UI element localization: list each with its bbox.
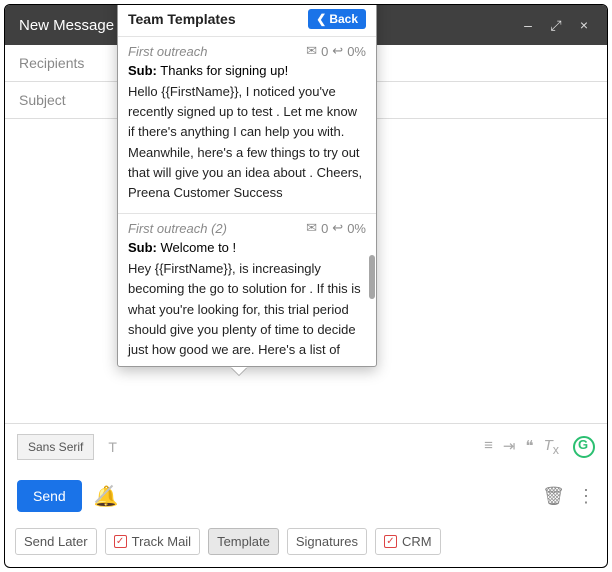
clear-format-icon[interactable]: Tx <box>544 437 559 457</box>
template-item[interactable]: First outreach ✉ 0 ↩ 0% Sub: Thanks for … <box>118 37 376 214</box>
expand-icon[interactable]: ⤢ <box>547 17 565 34</box>
open-count: 0 <box>321 44 328 59</box>
crm-toggle[interactable]: ✓ CRM <box>375 528 441 555</box>
open-count: 0 <box>321 221 328 236</box>
track-mail-toggle[interactable]: ✓ Track Mail <box>105 528 200 555</box>
send-button[interactable]: Send <box>17 480 82 512</box>
template-stats: ✉ 0 ↩ 0% <box>306 220 366 236</box>
font-size-icon[interactable]: T <box>108 439 117 455</box>
signatures-label: Signatures <box>296 534 358 549</box>
template-item[interactable]: First outreach (2) ✉ 0 ↩ 0% Sub: Welcome… <box>118 214 376 363</box>
popover-caret <box>231 367 247 375</box>
crm-label: CRM <box>402 534 432 549</box>
quote-icon[interactable]: ❝ <box>526 437 534 457</box>
list-icon[interactable]: ≡ <box>484 437 493 457</box>
scrollbar-thumb[interactable] <box>369 255 375 299</box>
font-select[interactable]: Sans Serif <box>17 434 94 460</box>
signatures-button[interactable]: Signatures <box>287 528 367 555</box>
template-button[interactable]: Template <box>208 528 279 555</box>
reply-icon: ↩ <box>332 220 343 236</box>
minimize-icon[interactable]: – <box>519 17 537 33</box>
more-icon[interactable]: ⋮ <box>577 486 595 507</box>
template-body: Hey {{FirstName}}, is increasingly becom… <box>128 259 366 363</box>
sub-label: Sub: <box>128 240 157 255</box>
send-later-button[interactable]: Send Later <box>15 528 97 555</box>
bottom-actions: Send Later ✓ Track Mail Template Signatu… <box>5 522 607 567</box>
back-label: Back <box>329 12 358 26</box>
reply-icon: ↩ <box>332 43 343 59</box>
sub-label: Sub: <box>128 63 157 78</box>
template-subject: Welcome to ! <box>161 240 237 255</box>
mute-bell-icon[interactable]: 🔔 <box>94 484 119 509</box>
compose-body[interactable]: SELECT TEMPLATE × Team Templates ❮ Back … <box>5 119 607 423</box>
template-name: First outreach (2) <box>128 221 227 236</box>
envelope-icon: ✉ <box>306 43 317 59</box>
grammarly-icon[interactable] <box>573 436 595 458</box>
format-toolbar: Sans Serif T ≡ ⇥ ❝ Tx <box>5 423 607 470</box>
popover-subheader: Team Templates ❮ Back <box>118 4 376 37</box>
template-body: Hello {{FirstName}}, I noticed you've re… <box>128 82 366 203</box>
back-button[interactable]: ❮ Back <box>308 9 366 29</box>
reply-rate: 0% <box>347 221 366 236</box>
template-label: Template <box>217 534 270 549</box>
trash-icon[interactable]: 🗑 <box>542 486 565 507</box>
template-category: Team Templates <box>128 11 236 27</box>
chevron-left-icon: ❮ <box>316 12 326 26</box>
envelope-icon: ✉ <box>306 220 317 236</box>
template-popover: SELECT TEMPLATE × Team Templates ❮ Back … <box>117 4 377 367</box>
reply-rate: 0% <box>347 44 366 59</box>
window-title: New Message <box>19 17 114 34</box>
send-later-label: Send Later <box>24 534 88 549</box>
template-stats: ✉ 0 ↩ 0% <box>306 43 366 59</box>
indent-icon[interactable]: ⇥ <box>503 437 516 457</box>
track-mail-label: Track Mail <box>132 534 191 549</box>
template-subject: Thanks for signing up! <box>160 63 288 78</box>
checkbox-icon: ✓ <box>384 535 397 548</box>
send-row: Send 🔔 🗑 ⋮ <box>5 470 607 522</box>
template-list[interactable]: First outreach ✉ 0 ↩ 0% Sub: Thanks for … <box>118 37 376 363</box>
checkbox-icon: ✓ <box>114 535 127 548</box>
close-icon[interactable]: × <box>575 17 593 33</box>
template-name: First outreach <box>128 44 207 59</box>
